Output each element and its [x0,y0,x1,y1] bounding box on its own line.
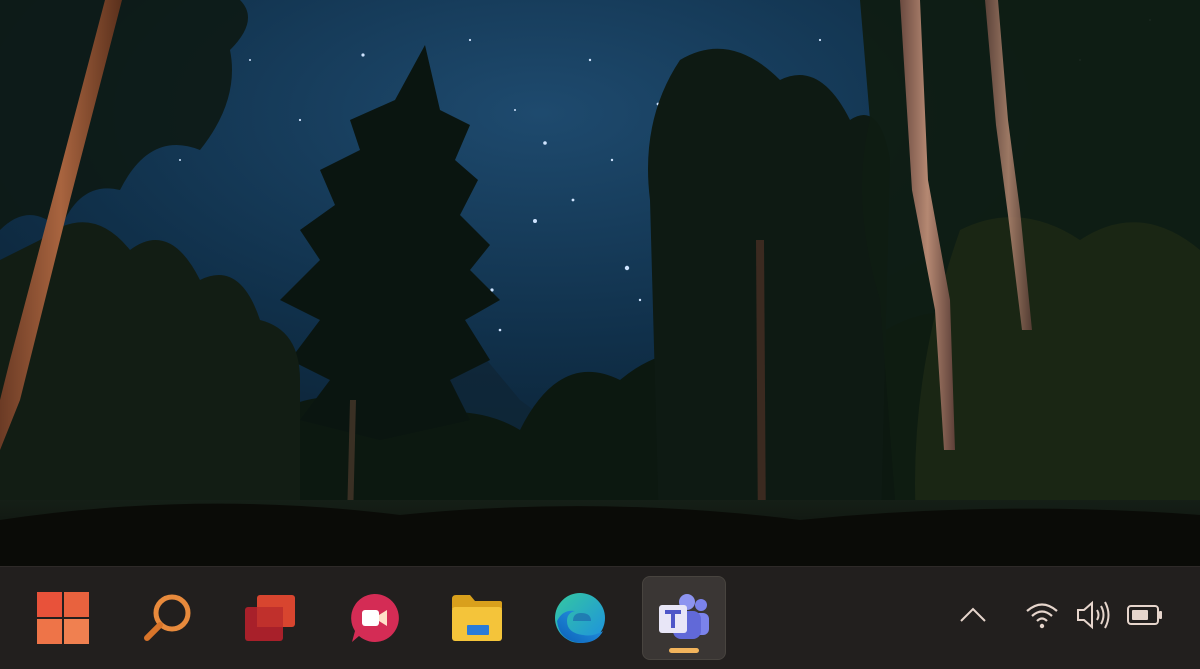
file-explorer-icon [450,593,504,643]
start-button[interactable] [21,576,105,660]
windows-start-icon [37,592,89,644]
battery-icon [1126,603,1164,632]
task-view-icon [243,593,297,643]
task-view-button[interactable] [228,576,312,660]
show-hidden-icons-button[interactable] [958,600,988,634]
edge-button[interactable] [538,576,622,660]
battery-button[interactable] [1126,600,1164,634]
chevron-up-icon [959,606,987,629]
wifi-icon [1025,601,1059,634]
chat-button[interactable] [332,576,416,660]
network-button[interactable] [1024,600,1060,634]
volume-button[interactable] [1075,600,1113,634]
teams-button[interactable] [642,576,726,660]
video-chat-icon [347,591,401,645]
search-button[interactable] [126,576,210,660]
search-icon [141,591,195,645]
file-explorer-button[interactable] [435,576,519,660]
desktop-screen [0,0,1200,669]
teams-icon [657,593,711,643]
active-app-indicator [669,648,699,653]
taskbar [0,566,1200,669]
edge-browser-icon [553,591,607,645]
desktop-wallpaper [0,0,1200,566]
speaker-icon [1075,600,1113,635]
